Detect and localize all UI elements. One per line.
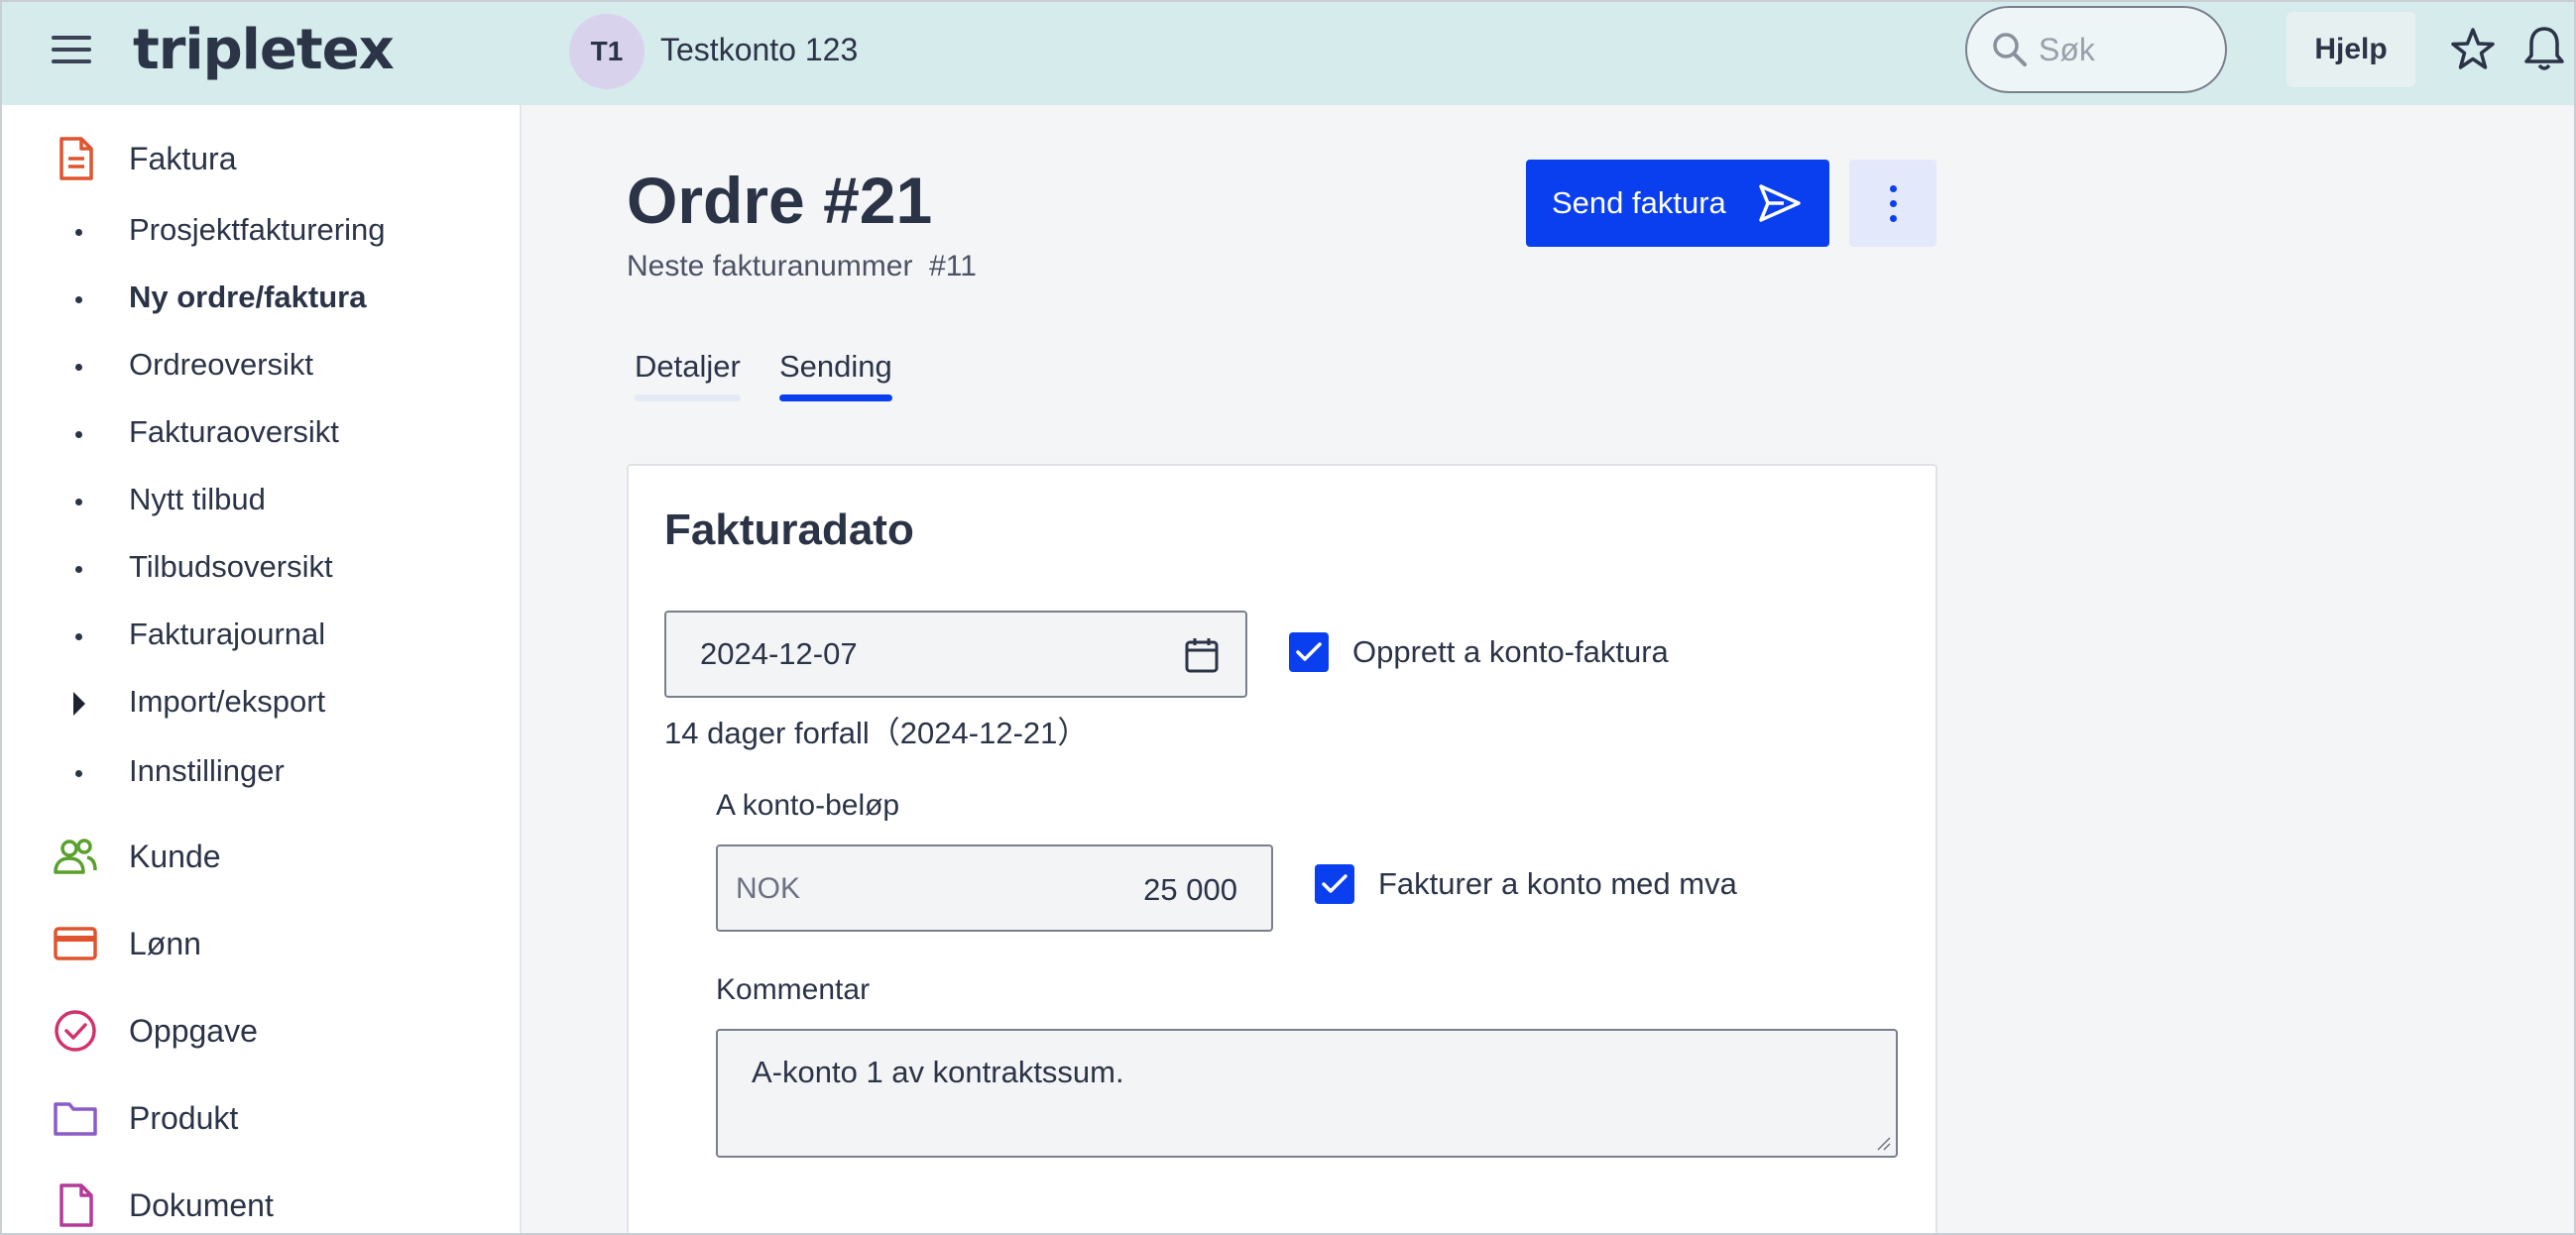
- sidebar-item-label: Oppgave: [129, 1013, 258, 1049]
- sidebar-subitem-label: Prosjektfakturering: [129, 212, 386, 247]
- sidebar-subitem-fakturaoversikt[interactable]: Fakturaoversikt: [0, 406, 520, 462]
- invoice-date-value: 2024-12-07: [700, 636, 858, 671]
- send-invoice-label: Send faktura: [1552, 185, 1726, 220]
- sidebar-item-label: Kunde: [129, 839, 221, 874]
- bullet: [75, 566, 82, 573]
- search-input[interactable]: Søk: [1965, 6, 2227, 93]
- sidebar-subitem-tilbudsoversikt[interactable]: Tilbudsoversikt: [0, 541, 520, 597]
- calendar-icon[interactable]: [1184, 636, 1220, 674]
- bullet: [75, 499, 82, 505]
- amount-label: A konto-beløp: [716, 789, 900, 822]
- folder-icon: [54, 1102, 97, 1136]
- checkmark-icon: [1296, 642, 1322, 661]
- currency-prefix: NOK: [736, 872, 801, 905]
- sidebar-subitem-nytt-tilbud[interactable]: Nytt tilbud: [0, 474, 520, 529]
- sidebar: Faktura Prosjektfakturering Ny ordre/fak…: [0, 105, 522, 1235]
- sidebar-subitem-innstillinger[interactable]: Innstillinger: [0, 745, 520, 801]
- due-date-info: 14 dager forfall（2024-12-21）: [664, 716, 1089, 750]
- page-title: Ordre #21: [627, 164, 933, 237]
- help-button[interactable]: Hjelp: [2286, 12, 2415, 87]
- expand-arrow-icon[interactable]: [73, 692, 85, 716]
- vat-checkbox-label[interactable]: Fakturer a konto med mva: [1378, 866, 1737, 902]
- sidebar-subitem-label: Import/eksport: [129, 684, 326, 719]
- sidebar-subitem-label: Ordreoversikt: [129, 347, 314, 382]
- sidebar-item-label: Dokument: [129, 1187, 274, 1223]
- sidebar-subitem-label: Ny ordre/faktura: [129, 280, 367, 314]
- app-logo[interactable]: tripletex: [133, 18, 395, 82]
- sidebar-subitem-label: Innstillinger: [129, 753, 285, 788]
- comment-value: A-konto 1 av kontraktssum.: [752, 1055, 1124, 1089]
- send-icon: [1759, 184, 1801, 222]
- bullet: [75, 229, 82, 236]
- sidebar-subitem-label: Nytt tilbud: [129, 482, 266, 516]
- main-content: Ordre #21 Neste fakturanummer #11 Send f…: [524, 105, 2574, 1235]
- invoice-date-card: Fakturadato 2024-12-07 Opprett a konto-f…: [627, 464, 1937, 1235]
- menu-icon[interactable]: [50, 32, 93, 67]
- account-avatar[interactable]: T1: [569, 14, 644, 89]
- tab-label: Detaljer: [635, 349, 741, 384]
- invoice-icon: [59, 137, 93, 180]
- sidebar-subitem-import-eksport[interactable]: Import/eksport: [0, 676, 520, 731]
- tab-label: Sending: [779, 349, 892, 384]
- sidebar-subitem-fakturajournal[interactable]: Fakturajournal: [0, 609, 520, 664]
- send-invoice-button[interactable]: Send faktura: [1526, 160, 1829, 247]
- bell-icon[interactable]: [2522, 24, 2566, 73]
- top-bar: tripletex T1 Testkonto 123 Søk Hjelp: [0, 0, 2576, 105]
- sidebar-subitem-ordreoversikt[interactable]: Ordreoversikt: [0, 339, 520, 394]
- tab-indicator-active: [779, 394, 892, 401]
- tab-sending[interactable]: Sending: [779, 349, 892, 401]
- bullet: [75, 431, 82, 438]
- sidebar-item-label: Produkt: [129, 1100, 239, 1136]
- card-icon: [54, 927, 97, 960]
- comment-label: Kommentar: [716, 973, 871, 1006]
- account-name[interactable]: Testkonto 123: [660, 32, 858, 68]
- amount-value: 25 000: [1143, 872, 1237, 907]
- tab-detaljer[interactable]: Detaljer: [635, 349, 741, 401]
- sidebar-subitem-label: Fakturaoversikt: [129, 414, 339, 449]
- sidebar-item-faktura[interactable]: Faktura: [0, 131, 520, 186]
- bullet: [75, 364, 82, 371]
- bullet: [75, 296, 82, 303]
- sidebar-subitem-label: Fakturajournal: [129, 617, 326, 651]
- bullet: [75, 770, 82, 777]
- tab-indicator: [635, 394, 741, 401]
- more-options-button[interactable]: [1849, 160, 1936, 247]
- on-account-amount-input[interactable]: NOK 25 000: [716, 844, 1273, 932]
- search-icon: [1993, 33, 2027, 66]
- sidebar-subitem-prosjektfakturering[interactable]: Prosjektfakturering: [0, 204, 520, 260]
- checkmark-icon: [1322, 874, 1347, 893]
- sidebar-item-label: Lønn: [129, 926, 201, 961]
- invoice-date-input[interactable]: 2024-12-07: [664, 611, 1247, 698]
- sidebar-item-label: Faktura: [129, 141, 237, 176]
- next-invoice-number: Neste fakturanummer #11: [627, 250, 977, 282]
- vat-checkbox[interactable]: [1315, 864, 1354, 904]
- people-icon: [54, 839, 97, 874]
- sidebar-subitem-ny-ordre[interactable]: Ny ordre/faktura: [0, 272, 520, 327]
- more-icon-dot: [1890, 200, 1897, 207]
- sidebar-item-kunde[interactable]: Kunde: [0, 829, 520, 884]
- search-placeholder: Søk: [2039, 31, 2095, 67]
- star-icon[interactable]: [2449, 26, 2497, 73]
- card-title: Fakturadato: [664, 505, 914, 554]
- sidebar-item-oppgave[interactable]: Oppgave: [0, 1003, 520, 1059]
- resize-handle-icon[interactable]: [1876, 1136, 1892, 1152]
- sidebar-subitem-label: Tilbudsoversikt: [129, 549, 333, 584]
- on-account-checkbox[interactable]: [1289, 632, 1329, 672]
- bullet: [75, 633, 82, 640]
- more-icon-dot: [1890, 185, 1897, 192]
- on-account-checkbox-label[interactable]: Opprett a konto-faktura: [1352, 634, 1669, 670]
- check-circle-icon: [55, 1010, 96, 1052]
- sidebar-item-dokument[interactable]: Dokument: [0, 1178, 520, 1233]
- document-icon: [59, 1183, 93, 1227]
- sidebar-item-lonn[interactable]: Lønn: [0, 916, 520, 971]
- comment-textarea[interactable]: A-konto 1 av kontraktssum.: [716, 1029, 1898, 1158]
- more-icon-dot: [1890, 215, 1897, 222]
- sidebar-item-produkt[interactable]: Produkt: [0, 1090, 520, 1146]
